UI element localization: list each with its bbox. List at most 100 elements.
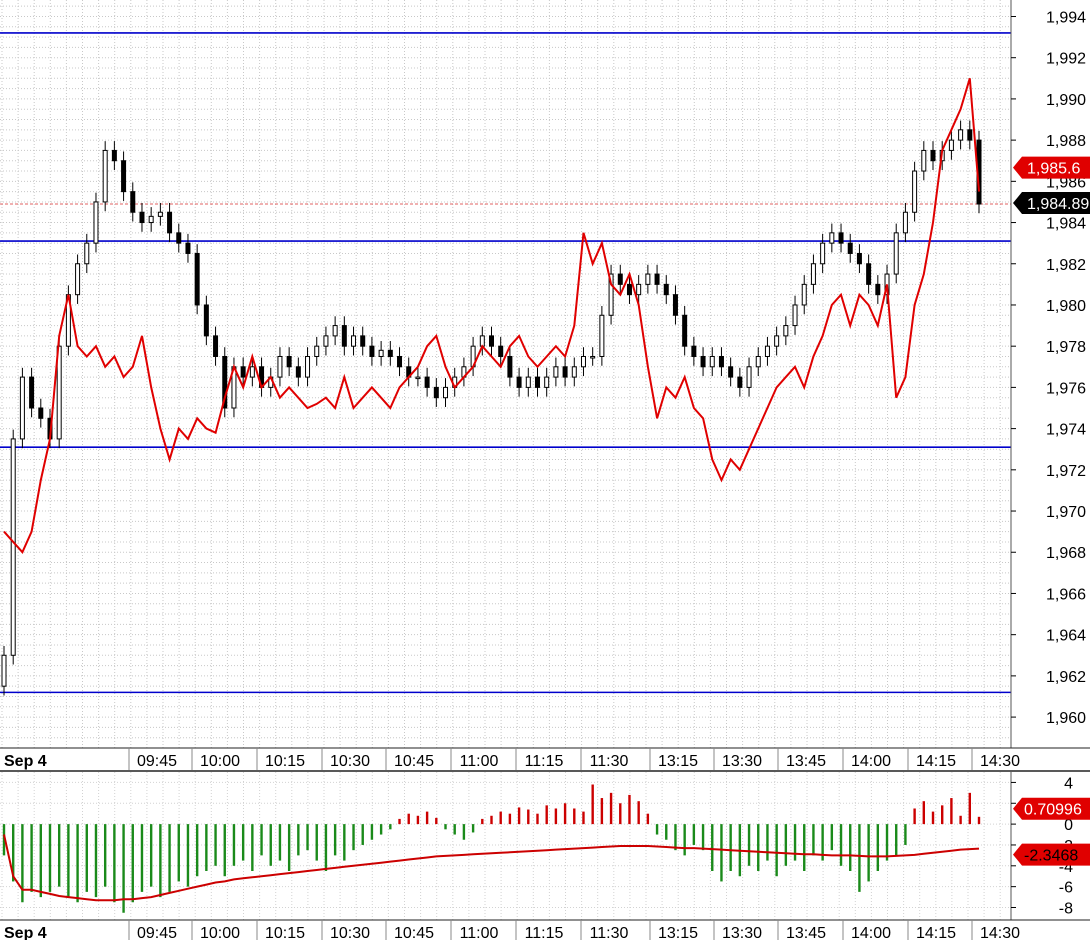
candle-body bbox=[617, 273, 623, 285]
time-tick-label: 14:00 bbox=[851, 753, 891, 770]
time-tick-label: 09:45 bbox=[137, 753, 177, 770]
candle-body bbox=[489, 335, 494, 347]
time-tick-label: 10:15 bbox=[265, 753, 305, 770]
y-tick-label: 1,966 bbox=[1046, 586, 1086, 603]
y-tick-label: 1,972 bbox=[1046, 463, 1086, 480]
time-tick-label: 11:30 bbox=[590, 925, 629, 940]
candle-body bbox=[139, 211, 145, 224]
time-tick-label: 14:30 bbox=[980, 753, 1020, 770]
time-tick-label: 10:00 bbox=[200, 925, 240, 940]
y-tick-label: 1,992 bbox=[1046, 51, 1086, 68]
candle-body bbox=[700, 355, 706, 368]
candle-body bbox=[755, 355, 761, 368]
candle-body bbox=[148, 215, 154, 224]
candle-body bbox=[958, 129, 964, 141]
candle-body bbox=[111, 149, 117, 162]
candle-body bbox=[443, 386, 449, 399]
candle-body bbox=[305, 355, 311, 378]
candle-body bbox=[176, 232, 182, 244]
candle-body bbox=[1, 654, 7, 687]
candle-body bbox=[792, 304, 798, 327]
candle-body bbox=[718, 355, 724, 368]
candle-body bbox=[544, 376, 550, 388]
candle-body bbox=[921, 149, 927, 172]
time-tick-label: 14:00 bbox=[851, 925, 891, 940]
candle-body bbox=[930, 149, 936, 162]
y-tick-label: 1,974 bbox=[1046, 422, 1086, 439]
y-tick-label: 1,976 bbox=[1046, 380, 1086, 397]
candle-body bbox=[203, 304, 209, 337]
time-tick-label: 13:15 bbox=[658, 925, 698, 940]
time-tick-label: 14:30 bbox=[980, 925, 1020, 940]
candle-body bbox=[516, 376, 522, 388]
candle-body bbox=[341, 325, 347, 347]
candle-body bbox=[157, 211, 163, 217]
candle-body bbox=[902, 211, 908, 234]
time-tick-label: 10:45 bbox=[394, 925, 434, 940]
candle-body bbox=[369, 345, 375, 357]
time-tick-label: 14:15 bbox=[916, 925, 956, 940]
candle-body bbox=[912, 170, 918, 213]
candle-body bbox=[378, 349, 384, 357]
date-label-bottom: Sep 4 bbox=[4, 925, 47, 940]
osc-y-tick-label: -6 bbox=[1059, 880, 1073, 897]
y-tick-label: 1,970 bbox=[1046, 504, 1086, 521]
candle-body bbox=[737, 376, 743, 388]
candle-body bbox=[691, 345, 697, 357]
time-tick-label: 10:15 bbox=[265, 925, 305, 940]
candle-body bbox=[728, 366, 734, 378]
candle-body bbox=[682, 314, 688, 347]
osc-y-tick-label: 4 bbox=[1064, 775, 1073, 792]
time-tick-label: 10:30 bbox=[330, 753, 370, 770]
candle-body bbox=[277, 355, 283, 378]
candle-body bbox=[636, 283, 642, 296]
candle-body bbox=[810, 263, 816, 285]
y-tick-label: 1,990 bbox=[1046, 92, 1086, 109]
candle-body bbox=[599, 314, 605, 357]
candle-body bbox=[194, 252, 200, 306]
candle-body bbox=[948, 139, 954, 151]
time-tick-label: 11:00 bbox=[460, 753, 499, 770]
candle-body bbox=[498, 345, 504, 357]
candle-body bbox=[102, 149, 108, 203]
osc-badge-label: -2.3468 bbox=[1024, 848, 1078, 865]
time-tick-label: 13:30 bbox=[722, 753, 762, 770]
candle-body bbox=[249, 366, 255, 378]
candle-body bbox=[709, 355, 715, 368]
candle-body bbox=[829, 232, 835, 244]
candle-body bbox=[130, 191, 136, 213]
candle-body bbox=[774, 335, 780, 347]
time-tick-label: 11:00 bbox=[460, 925, 499, 940]
candle-body bbox=[580, 355, 586, 368]
candle-body bbox=[424, 376, 430, 388]
candle-body bbox=[332, 325, 338, 337]
y-tick-label: 1,994 bbox=[1046, 9, 1086, 26]
candle-body bbox=[645, 273, 651, 285]
candle-body bbox=[360, 335, 366, 347]
candle-body bbox=[764, 345, 770, 357]
candle-body bbox=[875, 283, 881, 296]
candle-body bbox=[167, 211, 173, 234]
candle-body bbox=[847, 242, 853, 254]
candle-body bbox=[820, 242, 826, 265]
price-badge-label: 1,984.89 bbox=[1027, 196, 1089, 213]
candle-body bbox=[801, 283, 807, 306]
candle-body bbox=[967, 129, 973, 141]
osc-y-tick-label: -8 bbox=[1059, 900, 1073, 917]
candle-body bbox=[856, 252, 862, 265]
y-tick-label: 1,978 bbox=[1046, 339, 1086, 356]
candle-body bbox=[19, 376, 25, 440]
candle-body bbox=[590, 355, 596, 359]
candle-body bbox=[866, 263, 872, 285]
candle-body bbox=[29, 376, 35, 409]
candle-body bbox=[323, 335, 329, 347]
time-tick-label: 10:45 bbox=[394, 753, 434, 770]
candle-body bbox=[286, 355, 292, 368]
y-tick-label: 1,962 bbox=[1046, 669, 1086, 686]
y-tick-label: 1,982 bbox=[1046, 257, 1086, 274]
osc-badge-label: 0.70996 bbox=[1024, 802, 1082, 819]
candle-body bbox=[314, 345, 320, 357]
time-tick-label: 10:30 bbox=[330, 925, 370, 940]
trading-chart[interactable]: 1,960 1,962 1,964 1,966 1,968 1,970 1,972 1,974… bbox=[0, 0, 1090, 942]
candle-body bbox=[38, 407, 44, 419]
